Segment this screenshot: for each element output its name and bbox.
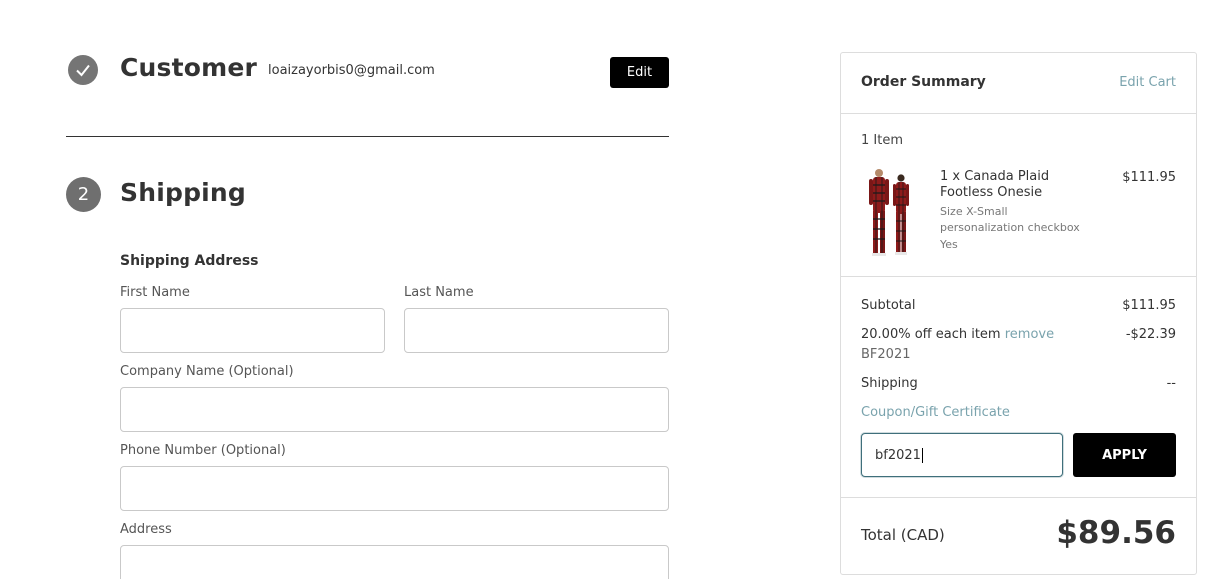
last-name-field[interactable] xyxy=(404,308,669,353)
section-divider xyxy=(66,136,669,137)
summary-divider xyxy=(841,276,1196,277)
customer-step-title: Customer xyxy=(120,53,258,82)
coupon-input-value: bf2021 xyxy=(875,447,921,463)
product-option-size: Size X-Small xyxy=(940,205,1008,218)
customer-email: loaizayorbis0@gmail.com xyxy=(268,63,435,78)
applied-coupon-code: BF2021 xyxy=(861,347,911,362)
address-field[interactable] xyxy=(120,545,669,579)
checkout-page: Customer loaizayorbis0@gmail.com Edit 2 … xyxy=(0,0,1210,579)
company-name-field[interactable] xyxy=(120,387,669,432)
apply-coupon-button[interactable]: APPLY xyxy=(1073,433,1176,477)
phone-number-label: Phone Number (Optional) xyxy=(120,443,286,458)
step-number-badge: 2 xyxy=(66,177,101,212)
shipping-step-title: Shipping xyxy=(120,178,247,207)
summary-divider xyxy=(841,497,1196,498)
coupon-code-input[interactable]: bf2021 xyxy=(861,433,1063,477)
order-summary-panel: Order Summary Edit Cart 1 Item 1 x Canad… xyxy=(840,52,1197,575)
first-name-label: First Name xyxy=(120,285,190,300)
edit-customer-button[interactable]: Edit xyxy=(610,57,669,88)
remove-discount-link[interactable]: remove xyxy=(1005,327,1054,342)
check-icon xyxy=(76,64,90,77)
total-value: $89.56 xyxy=(1056,515,1176,551)
shipping-label: Shipping xyxy=(861,376,918,391)
subtotal-value: $111.95 xyxy=(1122,298,1176,313)
coupon-gift-certificate-link[interactable]: Coupon/Gift Certificate xyxy=(861,405,1010,420)
order-summary-title: Order Summary xyxy=(861,74,986,90)
phone-number-field[interactable] xyxy=(120,466,669,511)
discount-row: 20.00% off each item remove xyxy=(861,327,1054,342)
first-name-field[interactable] xyxy=(120,308,385,353)
item-count: 1 Item xyxy=(861,133,903,148)
company-name-label: Company Name (Optional) xyxy=(120,364,294,379)
text-cursor xyxy=(921,447,923,463)
edit-cart-link[interactable]: Edit Cart xyxy=(1119,75,1176,90)
product-price: $111.95 xyxy=(1122,170,1176,185)
product-option-value: Yes xyxy=(940,238,958,251)
step-complete-check-icon xyxy=(68,55,98,85)
product-name: 1 x Canada Plaid Footless Onesie xyxy=(940,169,1050,200)
total-label: Total (CAD) xyxy=(861,526,945,544)
discount-label: 20.00% off each item xyxy=(861,327,1001,342)
address-label: Address xyxy=(120,522,172,537)
last-name-label: Last Name xyxy=(404,285,474,300)
shipping-address-heading: Shipping Address xyxy=(120,253,259,269)
summary-divider xyxy=(841,113,1196,114)
discount-value: -$22.39 xyxy=(1125,327,1176,342)
subtotal-label: Subtotal xyxy=(861,298,916,313)
product-option-personalization: personalization checkbox xyxy=(940,221,1080,234)
product-thumbnail xyxy=(869,169,909,256)
shipping-value: -- xyxy=(1166,376,1176,391)
